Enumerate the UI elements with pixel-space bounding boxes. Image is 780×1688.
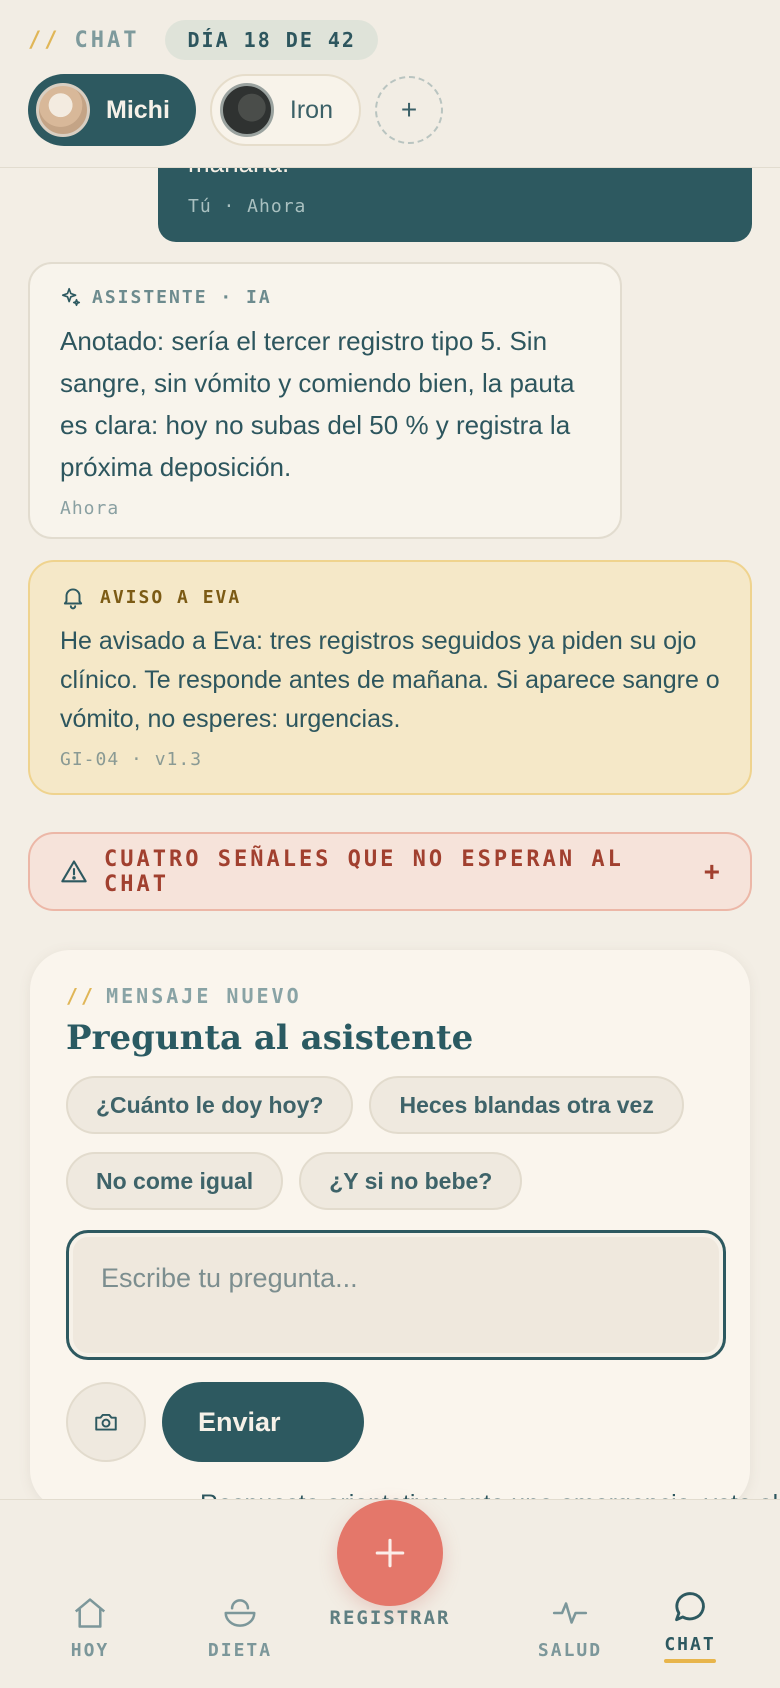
vet-notice-card: AVISO A EVA He avisado a Eva: tres regis… — [28, 560, 752, 795]
kicker-slashes: // — [66, 984, 97, 1008]
question-input[interactable]: Escribe tu pregunta... — [66, 1230, 726, 1360]
nav-label: SALUD — [537, 1640, 603, 1661]
camera-icon — [95, 1413, 117, 1431]
message-composer: // MENSAJE NUEVO Pregunta al asistente ¿C… — [30, 950, 750, 1510]
suggestion-chip[interactable]: ¿Y si no bebe? — [299, 1152, 523, 1210]
pulse-icon — [552, 1602, 588, 1624]
expand-icon[interactable]: + — [704, 856, 720, 888]
pet-name: Iron — [289, 95, 333, 124]
attach-photo-button[interactable] — [66, 1382, 146, 1462]
nav-label: DIETA — [207, 1640, 273, 1661]
avatar — [219, 83, 274, 137]
plus-icon — [375, 1538, 405, 1568]
nav-item-dieta[interactable]: DIETA — [180, 1594, 300, 1661]
assistant-label: ASISTENTE · IA — [92, 286, 272, 308]
assistant-message-bubble: ASISTENTE · IA Anotado: sería el tercer … — [28, 262, 622, 539]
add-pet-button[interactable]: + — [375, 76, 443, 144]
nav-label: HOY — [70, 1640, 110, 1661]
notice-label: AVISO A EVA — [100, 586, 242, 608]
app-header: // CHAT DÍA 18 DE 42 Michi Iron + — [0, 0, 780, 168]
warning-label: CUATRO SEÑALES QUE NO ESPERAN AL CHAT — [104, 846, 624, 897]
chat-bubble-icon — [675, 1592, 705, 1622]
send-button[interactable]: Enviar — [162, 1382, 364, 1462]
bowl-icon — [224, 1599, 256, 1627]
user-message-meta: Tú · Ahora — [188, 196, 307, 217]
nav-item-hoy[interactable]: HOY — [30, 1594, 150, 1661]
pet-chip-michi[interactable]: Michi — [28, 74, 196, 146]
section-label: // CHAT — [28, 28, 139, 53]
composer-title: Pregunta al asistente — [66, 1018, 474, 1058]
day-progress-badge: DÍA 18 DE 42 — [165, 20, 378, 60]
assistant-message-time: Ahora — [60, 498, 120, 519]
pet-selector: Michi Iron + — [28, 74, 443, 146]
section-slashes: // — [28, 27, 61, 53]
home-icon — [74, 1598, 106, 1628]
pet-name: Michi — [106, 95, 170, 124]
warning-triangle-icon — [61, 859, 87, 882]
suggestion-chip[interactable]: Heces blandas otra vez — [369, 1076, 684, 1134]
pet-chip-iron[interactable]: Iron — [209, 74, 361, 146]
suggestion-chips: ¿Cuánto le doy hoy? Heces blandas otra v… — [66, 1076, 714, 1228]
register-fab-button[interactable] — [337, 1500, 443, 1606]
nav-item-chat[interactable]: CHAT — [630, 1588, 750, 1663]
kicker-text: MENSAJE NUEVO — [106, 984, 302, 1008]
active-indicator — [664, 1659, 716, 1663]
suggestion-chip[interactable]: No come igual — [66, 1152, 284, 1210]
composer-kicker: // MENSAJE NUEVO — [66, 984, 714, 1008]
bell-icon — [63, 588, 83, 610]
assistant-message-text: Anotado: sería el tercer registro tipo 5… — [60, 326, 575, 482]
notice-text: He avisado a Eva: tres registros seguido… — [60, 627, 720, 733]
suggestion-chip[interactable]: ¿Cuánto le doy hoy? — [66, 1076, 354, 1134]
register-label[interactable]: REGISTRAR — [320, 1607, 460, 1629]
nav-label: CHAT — [664, 1634, 716, 1655]
section-label-text: CHAT — [74, 27, 140, 53]
warning-signs-accordion[interactable]: CUATRO SEÑALES QUE NO ESPERAN AL CHAT + — [28, 832, 752, 911]
sparkle-icon — [61, 287, 81, 307]
notice-meta: GI-04 · v1.3 — [60, 749, 203, 770]
nav-item-salud[interactable]: SALUD — [510, 1594, 630, 1661]
avatar — [36, 83, 90, 137]
